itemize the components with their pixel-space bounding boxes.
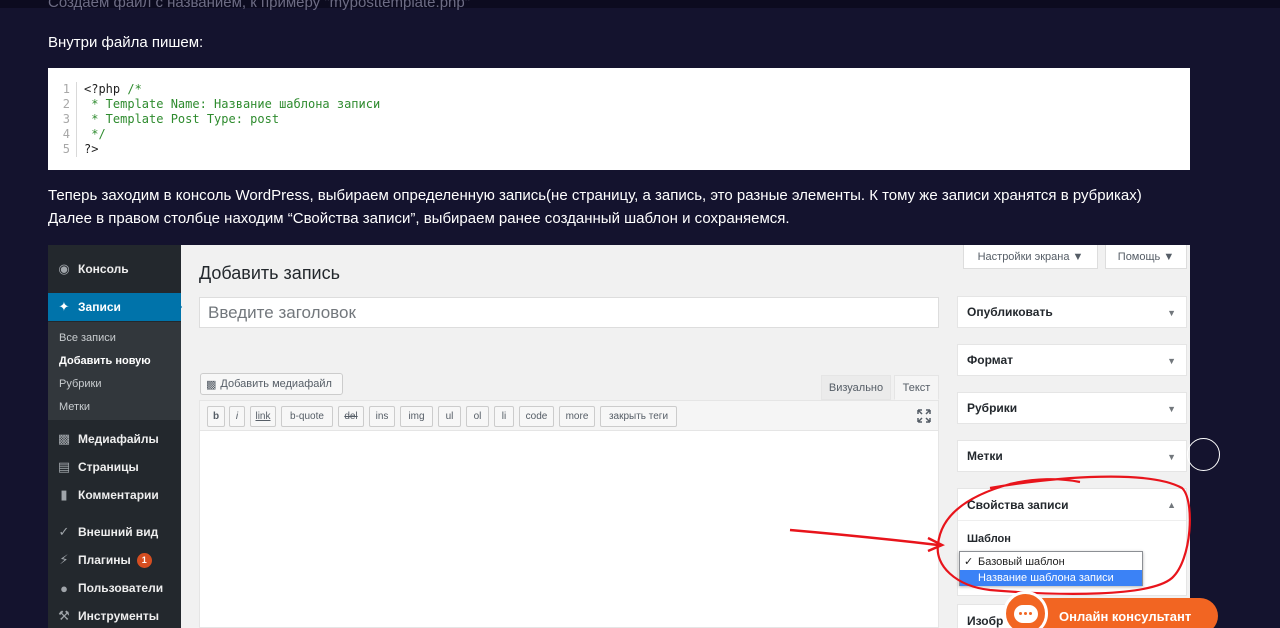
red-annotation bbox=[789, 475, 1191, 595]
chat-icon[interactable] bbox=[1003, 591, 1048, 628]
cursor-ring bbox=[1187, 438, 1220, 471]
